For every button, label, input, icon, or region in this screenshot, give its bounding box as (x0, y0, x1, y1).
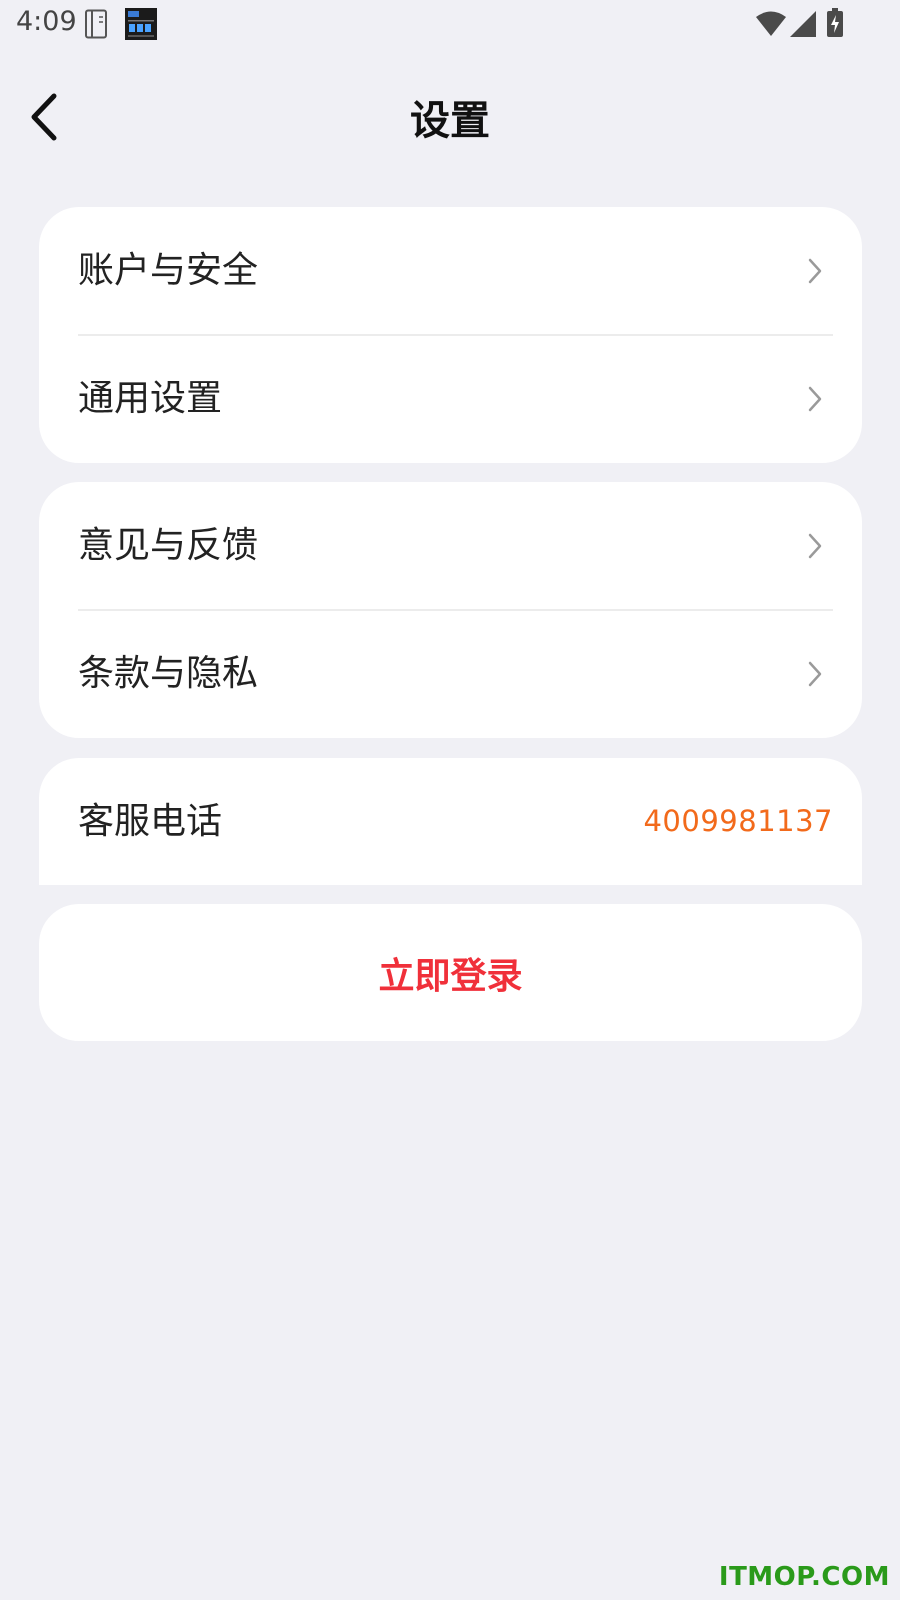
watermark: ITMOP.COM (718, 1562, 890, 1592)
signal-icon (790, 11, 816, 37)
row-label: 通用设置 (78, 378, 223, 419)
wifi-icon (756, 11, 786, 36)
row-feedback[interactable]: 意见与反馈 (39, 482, 862, 610)
customer-service-row[interactable]: 客服电话 4009981137 (39, 758, 862, 885)
settings-group-feedback: 意见与反馈 条款与隐私 (39, 482, 862, 738)
battery-charging-icon (827, 8, 843, 37)
clock-widget-icon (125, 8, 157, 40)
chevron-right-icon (808, 533, 822, 559)
row-general-settings[interactable]: 通用设置 (39, 335, 862, 463)
page-title: 设置 (410, 98, 490, 144)
row-label: 条款与隐私 (78, 653, 259, 694)
chevron-right-icon (808, 386, 822, 412)
login-button-label: 立即登录 (378, 955, 523, 997)
customer-service-label: 客服电话 (78, 801, 223, 842)
login-button[interactable]: 立即登录 (39, 904, 862, 1041)
notebook-icon (85, 9, 107, 39)
chevron-right-icon (808, 661, 822, 687)
row-label: 意见与反馈 (78, 525, 259, 566)
row-label: 账户与安全 (78, 250, 259, 291)
customer-service-phone[interactable]: 4009981137 (643, 758, 833, 885)
settings-group-account: 账户与安全 通用设置 (39, 207, 862, 463)
chevron-right-icon (808, 258, 822, 284)
status-bar: 4:09 (0, 0, 900, 48)
status-time: 4:09 (16, 6, 77, 37)
row-terms-privacy[interactable]: 条款与隐私 (39, 610, 862, 738)
row-account-security[interactable]: 账户与安全 (39, 207, 862, 335)
